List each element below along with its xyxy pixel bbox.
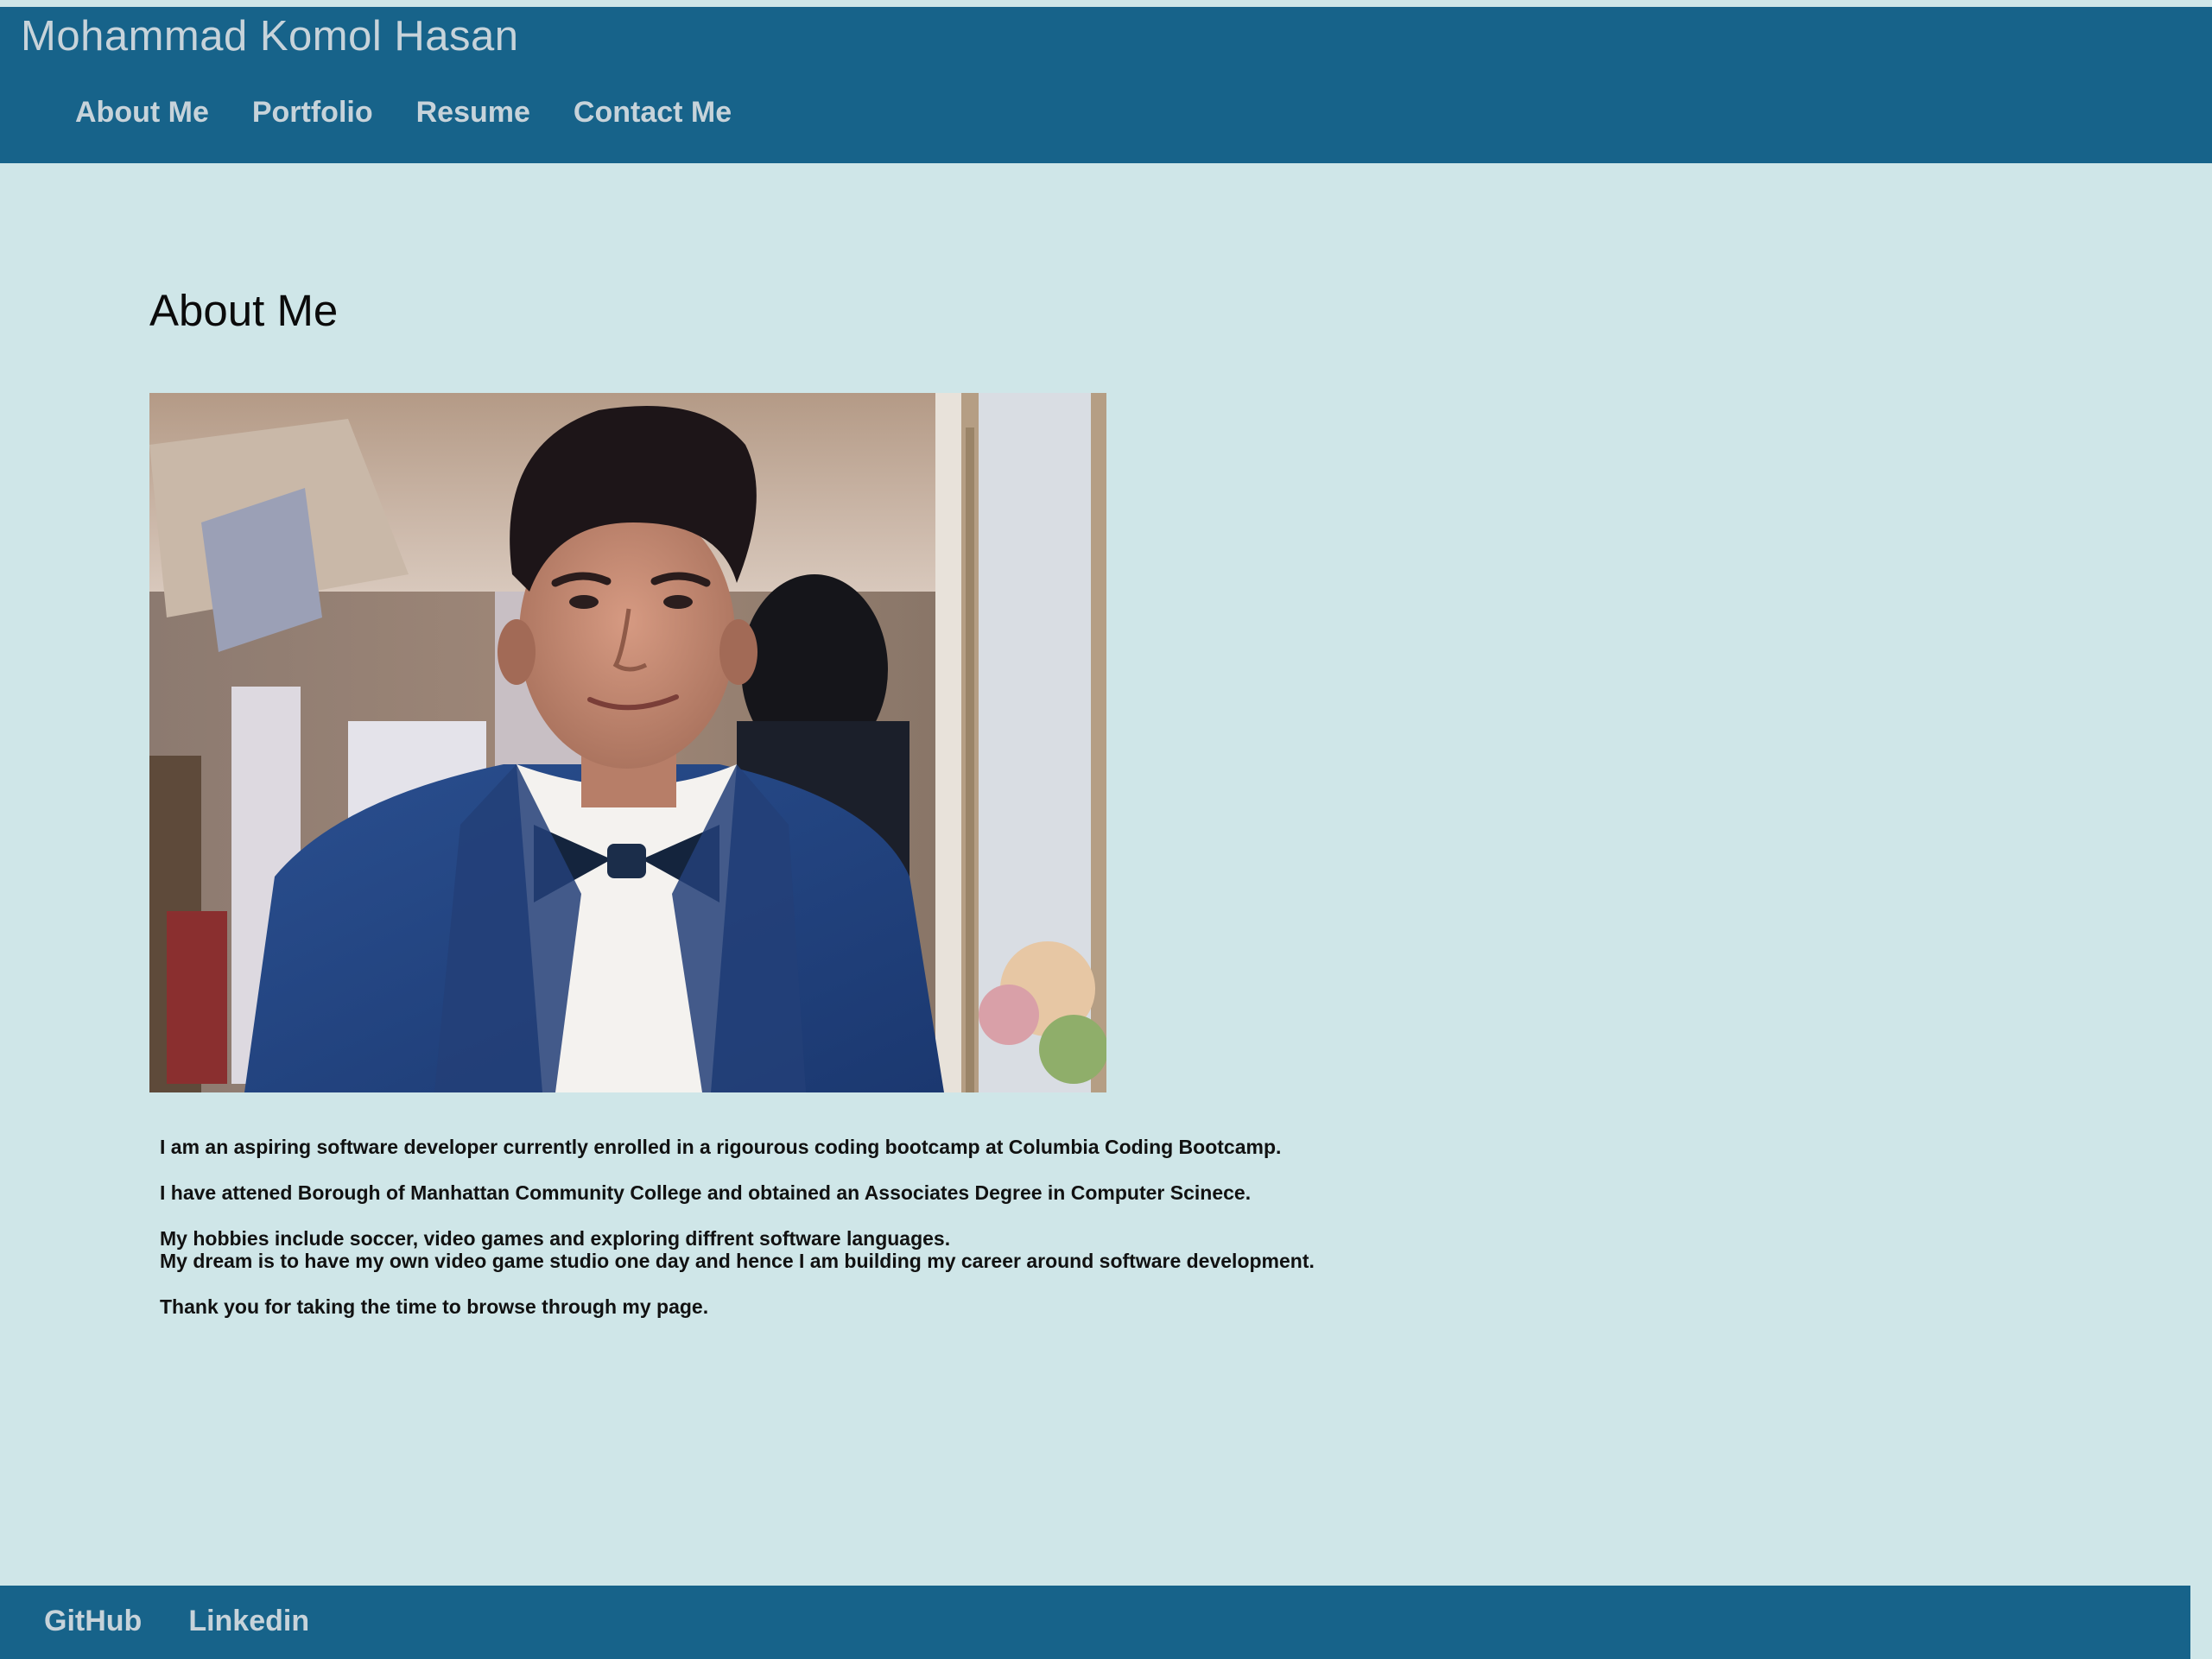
bio-paragraph-college: I have attened Borough of Manhattan Comm…: [160, 1181, 1252, 1204]
nav-portfolio[interactable]: Portfolio: [252, 96, 373, 130]
site-footer: GitHub Linkedin: [0, 1586, 2190, 1659]
site-header: Mohammad Komol Hasan About Me Portfolio …: [0, 7, 2212, 163]
about-section: About Me I am an aspiring software devel…: [149, 285, 1531, 1318]
linkedin-link[interactable]: Linkedin: [188, 1605, 309, 1638]
top-strip: [0, 0, 2212, 7]
nav-about-me[interactable]: About Me: [75, 96, 209, 130]
github-link[interactable]: GitHub: [44, 1605, 142, 1638]
profile-photo: [149, 393, 1106, 1092]
bio-paragraph-hobbies: My hobbies include soccer, video games a…: [160, 1227, 951, 1250]
nav-contact-me[interactable]: Contact Me: [574, 96, 732, 130]
main-nav: About Me Portfolio Resume Contact Me: [75, 96, 775, 130]
nav-resume[interactable]: Resume: [416, 96, 530, 130]
bio-paragraph-thanks: Thank you for taking the time to browse …: [160, 1295, 709, 1318]
site-title: Mohammad Komol Hasan: [21, 13, 519, 60]
page-heading: About Me: [149, 286, 339, 335]
bio-paragraph-dream: My dream is to have my own video game st…: [160, 1250, 1315, 1272]
bio-paragraph-bootcamp: I am an aspiring software developer curr…: [160, 1136, 1282, 1158]
footer-links: GitHub Linkedin: [44, 1605, 356, 1638]
bio-text: I am an aspiring software developer curr…: [160, 1136, 1542, 1341]
